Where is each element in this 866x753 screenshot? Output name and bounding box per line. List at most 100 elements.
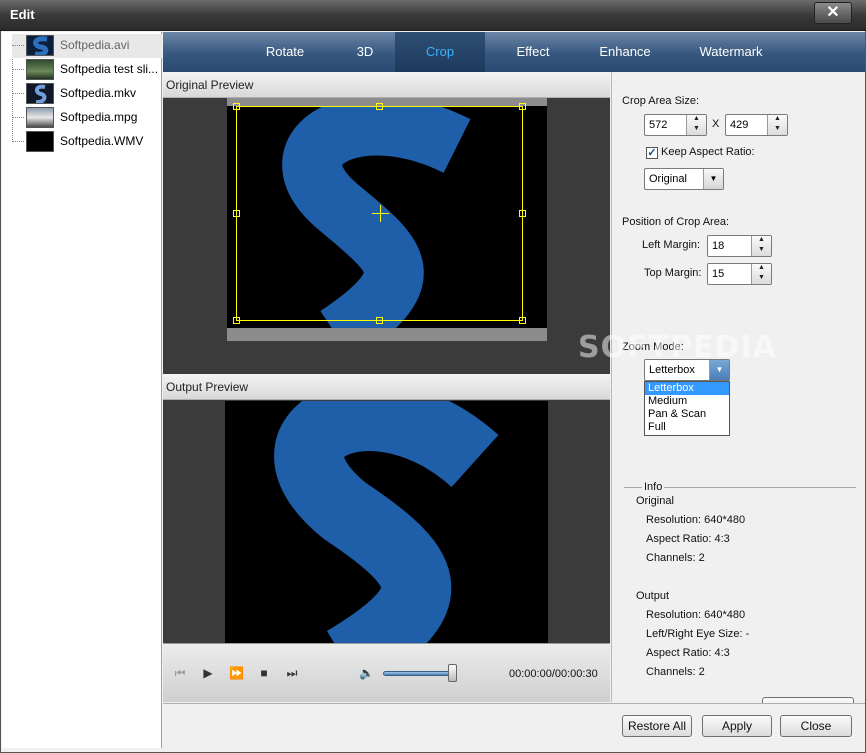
chevron-down-icon[interactable]: ▼ [709,360,729,380]
stepper-arrows[interactable]: ▲ ▼ [751,264,771,284]
crop-position-label: Position of Crop Area: [622,216,730,228]
tab-bar: Rotate 3D Crop Effect Enhance Watermark [163,32,865,72]
tab-rotate[interactable]: Rotate [235,32,335,72]
logo-image [274,401,499,644]
keep-aspect-checkbox[interactable]: ✓ [646,147,658,159]
crop-handle[interactable] [519,103,526,110]
crop-handle[interactable] [519,210,526,217]
chevron-down-icon[interactable]: ▼ [703,169,723,189]
file-item[interactable]: Softpedia.mkv [12,82,162,106]
tree-branch [12,45,24,46]
crop-width-value: 572 [649,119,668,131]
tab-3d[interactable]: 3D [335,32,395,72]
aspect-ratio-select[interactable]: Original ▼ [644,168,724,190]
bottom-bar: Restore All Apply Close [163,703,865,749]
file-name: Softpedia.mpg [60,110,138,124]
keep-aspect-label: Keep Aspect Ratio: [661,146,755,158]
crop-handle[interactable] [519,317,526,324]
crop-center-crosshair [380,205,381,222]
left-margin-stepper[interactable]: 18 ▲ ▼ [707,235,772,257]
apply-button[interactable]: Apply [702,715,772,737]
close-window-button[interactable]: ✕ [814,2,852,24]
stop-icon[interactable]: ■ [257,666,271,680]
left-margin-label: Left Margin: [642,239,701,251]
crop-handle[interactable] [233,210,240,217]
stepper-arrows[interactable]: ▲ ▼ [767,115,787,135]
zoom-mode-dropdown-list: Letterbox Medium Pan & Scan Full [644,381,730,436]
file-thumbnail [26,35,54,56]
zoom-mode-value: Letterbox [649,364,695,376]
crop-handle[interactable] [233,103,240,110]
output-preview-header: Output Preview [163,374,610,400]
file-item[interactable]: Softpedia.mpg [12,106,162,130]
playback-controls: ⏮ ▶ ⏩ ■ ⏭ 🔈 00:00:00/00:00:30 [163,643,610,702]
file-item[interactable]: Softpedia.avi [12,34,162,58]
tab-enhance[interactable]: Enhance [581,32,669,72]
tree-branch [12,141,24,142]
info-original-title: Original [636,495,674,507]
file-thumbnail [26,59,54,80]
file-name: Softpedia test sli... [60,62,159,76]
close-button[interactable]: Close [780,715,852,737]
file-name: Softpedia.avi [60,38,130,52]
output-eye-size: Left/Right Eye Size: - [646,628,750,640]
file-name: Softpedia.WMV [60,134,144,148]
file-thumbnail [26,83,54,104]
file-name: Softpedia.mkv [60,86,137,100]
zoom-option-letterbox[interactable]: Letterbox [645,382,729,395]
crop-handle[interactable] [233,317,240,324]
skip-to-end-icon[interactable]: ⏭ [285,666,299,680]
top-margin-value: 15 [712,268,725,280]
volume-track[interactable] [383,671,455,676]
output-channels: Channels: 2 [646,666,705,678]
crop-handle[interactable] [376,103,383,110]
top-margin-label: Top Margin: [644,267,702,279]
file-item[interactable]: Softpedia test sli... [12,58,162,82]
volume-slider-handle[interactable] [448,664,457,682]
zoom-mode-label: Zoom Mode: [622,341,684,353]
output-resolution: Resolution: 640*480 [646,609,746,621]
file-list: Softpedia.avi Softpedia test sli... Soft… [2,32,162,748]
crop-handle[interactable] [376,317,383,324]
info-output-title: Output [636,590,670,602]
crop-width-stepper[interactable]: 572 ▲ ▼ [644,114,707,136]
tree-branch [12,93,24,94]
crop-rectangle[interactable] [233,103,526,324]
original-resolution: Resolution: 640*480 [646,514,746,526]
restore-all-button[interactable]: Restore All [622,715,692,737]
zoom-option-medium[interactable]: Medium [645,395,729,408]
aspect-ratio-value: Original [649,173,687,185]
zoom-mode-select[interactable]: Letterbox ▼ [644,359,730,381]
tab-crop[interactable]: Crop [395,32,485,72]
file-thumbnail [26,131,54,152]
skip-to-start-icon[interactable]: ⏮ [173,666,187,680]
stepper-arrows[interactable]: ▲ ▼ [751,236,771,256]
info-title: Info [642,481,665,493]
original-channels: Channels: 2 [646,552,705,564]
edit-window: Softpedia.avi Softpedia test sli... Soft… [0,31,866,753]
crop-settings-panel: Crop Area Size: 572 ▲ ▼ X 429 ▲ ▼ ✓ Keep A… [611,72,865,719]
crop-area-size-label: Crop Area Size: [622,95,700,107]
crop-height-value: 429 [730,119,749,131]
zoom-option-full[interactable]: Full [645,421,729,434]
file-item[interactable]: Softpedia.WMV [12,130,162,154]
zoom-option-pan-scan[interactable]: Pan & Scan [645,408,729,421]
tree-branch [12,117,24,118]
original-preview [227,98,547,341]
file-thumbnail [26,107,54,128]
original-aspect: Aspect Ratio: 4:3 [646,533,730,545]
top-margin-stepper[interactable]: 15 ▲ ▼ [707,263,772,285]
tab-effect[interactable]: Effect [485,32,581,72]
play-icon[interactable]: ▶ [201,666,215,680]
time-display: 00:00:00/00:00:30 [509,668,598,680]
preview-pane: Original Preview Output Preview [163,72,610,702]
crop-height-stepper[interactable]: 429 ▲ ▼ [725,114,788,136]
title-bar: Edit ✕ [0,0,866,31]
fast-forward-icon[interactable]: ⏩ [229,666,244,680]
original-preview-header: Original Preview [163,72,610,98]
window-title: Edit [10,7,35,22]
stepper-arrows[interactable]: ▲ ▼ [686,115,706,135]
output-preview [225,401,548,644]
tab-watermark[interactable]: Watermark [669,32,793,72]
volume-icon[interactable]: 🔈 [359,666,374,680]
